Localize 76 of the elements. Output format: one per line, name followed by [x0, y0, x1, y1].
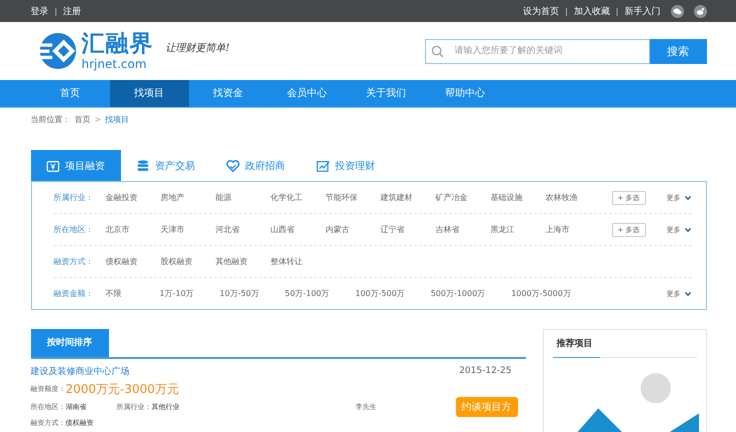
filter-option[interactable]: 建筑建材: [380, 192, 436, 203]
search-field[interactable]: 请输入您所要了解的关键词: [424, 38, 650, 64]
filter-option[interactable]: 其他融资: [216, 256, 270, 267]
filter-option[interactable]: 矿产冶金: [436, 192, 490, 203]
sidebar-title: 推荐项目: [556, 337, 592, 350]
filter-option[interactable]: 10万-50万: [220, 288, 259, 299]
nav-item[interactable]: 首页: [30, 80, 110, 107]
filter-option[interactable]: 化学化工: [270, 192, 326, 203]
filter-option[interactable]: 能源: [216, 192, 270, 203]
chart-icon: [316, 158, 330, 172]
filter-option[interactable]: 吉林省: [436, 224, 490, 235]
nav-item[interactable]: 找项目: [110, 80, 188, 107]
social-icon[interactable]: [694, 4, 706, 18]
filter-option[interactable]: 不限: [106, 288, 122, 299]
chat-icon[interactable]: [670, 4, 684, 18]
filter-option[interactable]: 山西省: [270, 224, 326, 235]
nav-item[interactable]: 会员中心: [268, 80, 346, 107]
project-date: 2015-12-25: [459, 366, 512, 376]
filter-label: 所属行业：: [54, 192, 94, 203]
filter-option[interactable]: 100万-500万: [355, 288, 405, 299]
category-tab[interactable]: 投资理财: [300, 150, 390, 181]
database-icon: [136, 158, 150, 172]
filter-option[interactable]: 股权融资: [160, 256, 216, 267]
filter-label: 融资金额：: [54, 288, 94, 299]
filter-option[interactable]: 天津市: [160, 224, 216, 235]
nav-item[interactable]: 找资金: [188, 80, 268, 107]
amount-value: 2000万元-3000万元: [66, 380, 179, 398]
category-tab[interactable]: 项目融资: [30, 150, 120, 181]
link-separator: |: [616, 6, 618, 16]
filter-option[interactable]: 债权融资: [106, 256, 160, 267]
logo-icon: [38, 32, 76, 70]
top-link[interactable]: 注册: [63, 4, 82, 18]
filter-label: 所在地区：: [54, 224, 94, 235]
sort-tab[interactable]: 按时间排序: [30, 329, 108, 357]
chevron-down-icon: [684, 290, 692, 296]
logo-name: 汇融界: [82, 32, 154, 56]
top-link[interactable]: 登录: [30, 4, 48, 18]
logo-domain: hrjnet.com: [82, 58, 148, 70]
filter-option[interactable]: 辽宁省: [380, 224, 436, 235]
filter-option[interactable]: 500万-1000万: [430, 288, 486, 299]
yen-icon: [46, 158, 60, 172]
breadcrumb-link[interactable]: 首页: [74, 114, 90, 124]
breadcrumb-label: 当前位置：: [30, 114, 70, 124]
filter-option[interactable]: 河北省: [216, 224, 270, 235]
filter-option[interactable]: 50万-100万: [284, 288, 330, 299]
filter-option[interactable]: 北京市: [106, 224, 160, 235]
project-title[interactable]: 建设及装修商业中心广场: [30, 364, 460, 378]
filter-option[interactable]: 房地产: [160, 192, 216, 203]
chevron-down-icon: [684, 194, 692, 200]
filter-option[interactable]: 1000万-5000万: [511, 288, 571, 299]
breadcrumb-link[interactable]: 找项目: [105, 114, 130, 124]
search-icon: [430, 44, 444, 58]
filter-option[interactable]: 金融投资: [106, 192, 160, 203]
search-button[interactable]: 搜索: [650, 38, 706, 64]
top-link[interactable]: 设为首页: [523, 4, 560, 18]
nav-item[interactable]: 帮助中心: [426, 80, 504, 107]
slogan: 让理财更简单!: [166, 42, 230, 55]
breadcrumb-separator: >: [94, 114, 102, 124]
top-link[interactable]: 加入收藏: [574, 4, 610, 18]
link-separator: |: [565, 6, 568, 16]
filter-option[interactable]: 上海市: [546, 224, 600, 235]
category-tab[interactable]: 资产交易: [120, 150, 210, 181]
filter-option[interactable]: 1万-10万: [160, 288, 194, 299]
filter-label: 融资方式：: [54, 256, 94, 267]
filter-option[interactable]: 基础设施: [490, 192, 546, 203]
category-tab[interactable]: 政府招商: [210, 150, 300, 181]
top-link[interactable]: 新手入门: [624, 4, 660, 18]
filter-option[interactable]: 内蒙古: [326, 224, 380, 235]
chevron-down-icon: [684, 226, 692, 232]
filter-option[interactable]: 节能环保: [326, 192, 380, 203]
nav-item[interactable]: 关于我们: [346, 80, 426, 107]
filter-option[interactable]: 黑龙江: [490, 224, 546, 235]
filter-option[interactable]: 整体转让: [270, 256, 326, 267]
filter-option[interactable]: 农林牧渔: [546, 192, 600, 203]
heart-icon: [226, 158, 240, 172]
link-separator: |: [54, 6, 58, 16]
